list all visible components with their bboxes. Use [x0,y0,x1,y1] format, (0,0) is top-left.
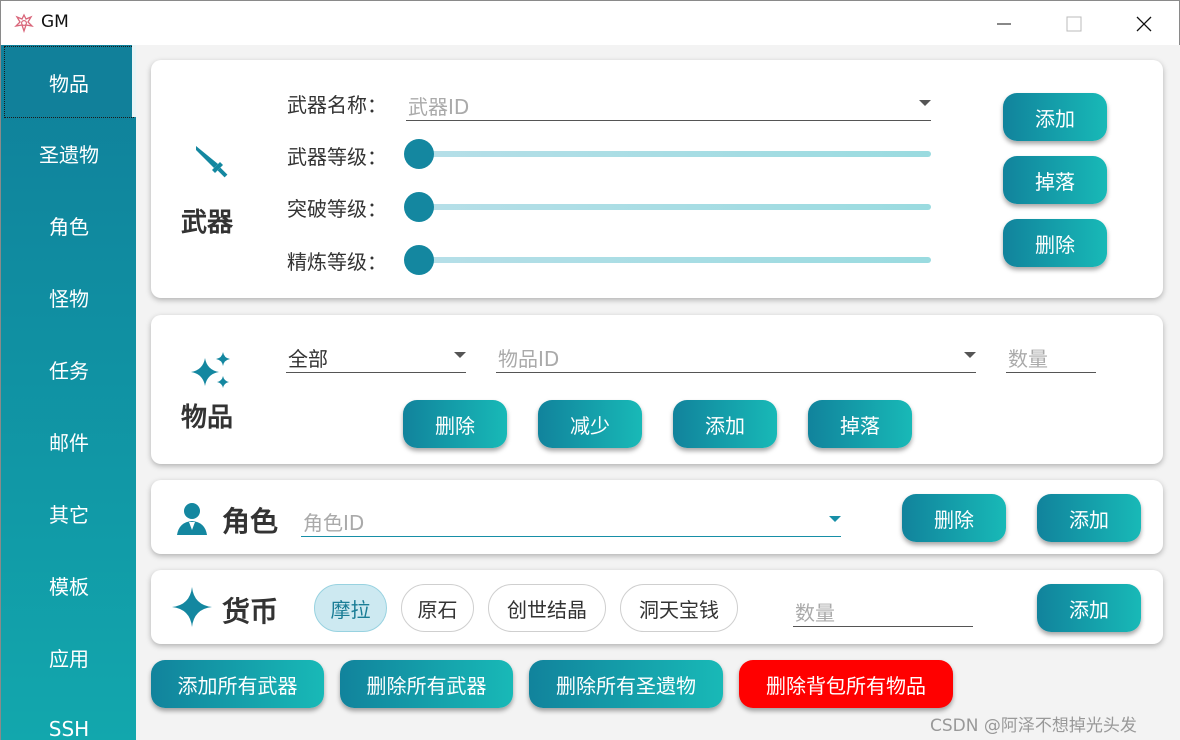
sidebar-item-label: 其它 [49,502,89,527]
minimize-button[interactable] [969,1,1039,46]
sidebar-item-label: 邮件 [49,430,89,455]
add-all-weapons-button[interactable]: 添加所有武器 [151,660,324,708]
title-bar: GM [0,0,1180,45]
item-reduce-button[interactable]: 减少 [538,400,642,448]
sidebar-item-label: 角色 [49,214,89,239]
item-category-value: 全部 [288,347,328,371]
weapon-id-combobox[interactable]: 武器ID [406,85,931,121]
close-icon [1136,16,1152,31]
chevron-down-icon [919,100,931,106]
sidebar-item-apply[interactable]: 应用 [1,621,136,693]
weapon-name-label: 武器名称： [287,93,387,117]
sidebar-item-label: 模板 [49,574,89,599]
currency-chip-primogem[interactable]: 原石 [401,584,474,632]
currency-chip-genesis-crystal[interactable]: 创世结晶 [488,584,606,632]
slider-track [418,204,931,210]
item-quantity-placeholder: 数量 [1008,347,1048,371]
item-title: 物品 [181,403,234,433]
sidebar-item-label: 任务 [49,358,89,383]
user-icon [177,503,207,535]
sidebar-item-artifacts[interactable]: 圣遗物 [1,117,136,189]
sidebar-item-other[interactable]: 其它 [1,477,136,549]
role-id-placeholder: 角色ID [303,511,365,535]
sidebar-nav: 物品 圣遗物 角色 怪物 任务 邮件 其它 模板 应用 SSH [0,45,136,740]
slider-thumb[interactable] [404,192,434,222]
maximize-icon [1066,16,1082,31]
window-title: GM [41,12,69,32]
role-delete-button[interactable]: 删除 [902,494,1006,542]
item-add-button[interactable]: 添加 [673,400,777,448]
weapon-drop-button[interactable]: 掉落 [1003,156,1107,204]
item-id-placeholder: 物品ID [498,347,560,371]
currency-title: 货币 [222,595,279,628]
sidebar-item-quests[interactable]: 任务 [1,333,136,405]
sidebar-item-label: 怪物 [49,286,89,311]
refine-level-slider[interactable] [404,244,931,276]
weapon-add-button[interactable]: 添加 [1003,93,1107,141]
star-icon [172,587,212,627]
slider-thumb[interactable] [404,139,434,169]
sidebar-scrollbar[interactable] [132,45,136,117]
sidebar-item-characters[interactable]: 角色 [1,189,136,261]
refine-level-label: 精炼等级： [287,250,387,274]
currency-add-button[interactable]: 添加 [1037,584,1141,632]
item-delete-button[interactable]: 删除 [403,400,507,448]
sidebar-item-label: 应用 [49,646,89,671]
chevron-down-icon [829,516,841,522]
delete-all-artifacts-button[interactable]: 删除所有圣遗物 [529,660,723,708]
item-category-combobox[interactable]: 全部 [286,337,466,373]
weapon-level-slider[interactable] [404,138,931,170]
sidebar-item-items[interactable]: 物品 [4,46,134,118]
maximize-button[interactable] [1039,1,1109,46]
sidebar-item-ssh[interactable]: SSH [1,693,136,740]
currency-quantity-input[interactable]: 数量 [793,591,973,627]
slider-track [418,257,931,263]
delete-all-bag-items-button[interactable]: 删除背包所有物品 [739,660,953,708]
sidebar-item-label: 物品 [49,71,89,96]
close-button[interactable] [1109,1,1179,46]
currency-chip-realm-currency[interactable]: 洞天宝钱 [620,584,738,632]
weapon-id-placeholder: 武器ID [408,95,470,119]
weapon-level-label: 武器等级： [287,145,387,169]
sword-icon [196,146,228,178]
item-quantity-input[interactable]: 数量 [1006,337,1096,373]
role-add-button[interactable]: 添加 [1037,494,1141,542]
weapon-delete-button[interactable]: 删除 [1003,219,1107,267]
delete-all-weapons-button[interactable]: 删除所有武器 [340,660,513,708]
slider-thumb[interactable] [404,245,434,275]
sparkles-icon [191,352,230,388]
chevron-down-icon [454,352,466,358]
item-id-combobox[interactable]: 物品ID [496,337,976,373]
item-drop-button[interactable]: 掉落 [808,400,912,448]
sidebar-item-mail[interactable]: 邮件 [1,405,136,477]
weapon-title: 武器 [181,208,234,238]
chevron-down-icon [964,352,976,358]
sidebar-item-label: SSH [48,717,90,740]
sidebar-item-templates[interactable]: 模板 [1,549,136,621]
currency-chip-mora[interactable]: 摩拉 [314,584,387,632]
dragon-logo-icon [14,13,34,33]
role-id-combobox[interactable]: 角色ID [301,501,841,537]
minimize-icon [997,23,1011,24]
ascension-level-label: 突破等级： [287,197,387,221]
currency-quantity-placeholder: 数量 [795,601,835,625]
watermark: CSDN @阿泽不想掉光头发 [930,716,1137,736]
sidebar-item-monsters[interactable]: 怪物 [1,261,136,333]
sidebar-item-label: 圣遗物 [39,142,99,167]
role-title: 角色 [222,505,279,538]
ascension-level-slider[interactable] [404,191,931,223]
slider-track [418,151,931,157]
